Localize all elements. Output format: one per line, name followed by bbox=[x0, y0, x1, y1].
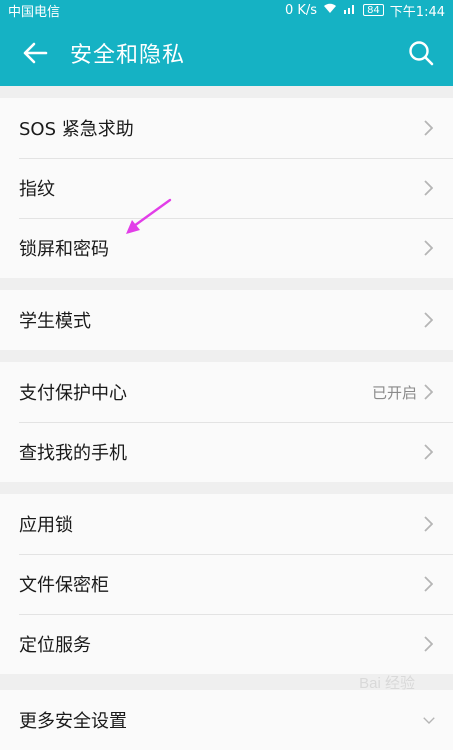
setting-student-mode[interactable]: 学生模式 bbox=[0, 290, 453, 350]
watermark: Bai 经验 bbox=[359, 675, 415, 692]
page-title: 安全和隐私 bbox=[70, 43, 186, 68]
settings-group-payment: 支付保护中心 已开启 查找我的手机 bbox=[0, 362, 453, 482]
network-speed: 0 K/s bbox=[284, 2, 318, 18]
settings-list: SOS 紧急求助 指纹 锁屏和密码 学生模式 支付保护中心 已开启 查找我的手机 bbox=[0, 86, 453, 750]
setting-payment-protection[interactable]: 支付保护中心 已开启 bbox=[0, 362, 453, 422]
setting-label: 支付保护中心 bbox=[19, 383, 127, 404]
search-button[interactable] bbox=[399, 31, 443, 75]
chevron-right-icon bbox=[423, 575, 435, 593]
search-icon bbox=[409, 41, 434, 66]
spacer bbox=[0, 278, 453, 290]
setting-more-security[interactable]: 更多安全设置 bbox=[0, 690, 453, 750]
spacer bbox=[0, 350, 453, 362]
setting-label: 锁屏和密码 bbox=[19, 239, 109, 260]
setting-status-value: 已开启 bbox=[371, 383, 417, 402]
chevron-right-icon bbox=[423, 179, 435, 197]
setting-app-lock[interactable]: 应用锁 bbox=[0, 494, 453, 554]
annotation-arrow-icon bbox=[126, 198, 172, 234]
clock: 下午1:44 bbox=[389, 4, 445, 20]
setting-label: SOS 紧急求助 bbox=[19, 119, 134, 140]
setting-label: 指纹 bbox=[19, 179, 55, 200]
chevron-right-icon bbox=[423, 311, 435, 329]
signal-icon bbox=[343, 2, 357, 18]
settings-group-apps: 应用锁 文件保密柜 定位服务 bbox=[0, 494, 453, 674]
setting-location-service[interactable]: 定位服务 bbox=[0, 614, 453, 674]
settings-group-student: 学生模式 bbox=[0, 290, 453, 350]
setting-label: 学生模式 bbox=[19, 311, 91, 332]
chevron-right-icon bbox=[423, 239, 435, 257]
spacer bbox=[0, 86, 453, 98]
back-arrow-icon bbox=[23, 42, 48, 64]
chevron-right-icon bbox=[423, 119, 435, 137]
setting-sos[interactable]: SOS 紧急求助 bbox=[0, 98, 453, 158]
setting-find-my-phone[interactable]: 查找我的手机 bbox=[0, 422, 453, 482]
chevron-down-icon bbox=[423, 711, 435, 729]
setting-fingerprint[interactable]: 指纹 bbox=[0, 158, 453, 218]
status-icons: 0 K/s 84 下午1:44 bbox=[285, 1, 445, 20]
status-bar: 中国电信 0 K/s 84 下午1:44 bbox=[0, 0, 453, 20]
chevron-right-icon bbox=[423, 443, 435, 461]
setting-label: 文件保密柜 bbox=[19, 575, 109, 596]
setting-lockscreen-password[interactable]: 锁屏和密码 bbox=[0, 218, 453, 278]
spacer bbox=[0, 482, 453, 494]
setting-label: 更多安全设置 bbox=[19, 711, 127, 732]
settings-group-security: SOS 紧急求助 指纹 锁屏和密码 bbox=[0, 98, 453, 278]
back-button[interactable] bbox=[0, 20, 70, 86]
chevron-right-icon bbox=[423, 635, 435, 653]
settings-group-more: 更多安全设置 bbox=[0, 690, 453, 750]
setting-file-safe[interactable]: 文件保密柜 bbox=[0, 554, 453, 614]
wifi-icon bbox=[323, 2, 337, 18]
carrier-label: 中国电信 bbox=[8, 4, 61, 20]
setting-label: 定位服务 bbox=[19, 635, 91, 656]
chevron-right-icon bbox=[423, 515, 435, 533]
battery-icon: 84 bbox=[363, 4, 384, 16]
chevron-right-icon bbox=[423, 383, 435, 401]
setting-label: 应用锁 bbox=[19, 515, 73, 536]
app-bar: 安全和隐私 bbox=[0, 20, 453, 86]
setting-label: 查找我的手机 bbox=[19, 443, 127, 464]
